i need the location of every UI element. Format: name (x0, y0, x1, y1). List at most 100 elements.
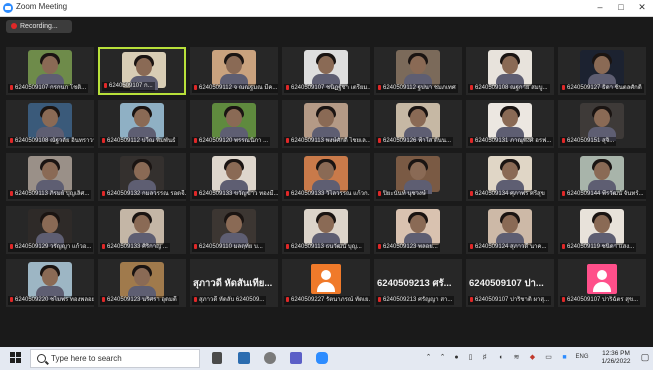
participant-tile[interactable]: 6240509113 ธนวัฒน์ บุญ... (282, 206, 370, 254)
participant-video (304, 156, 348, 194)
participant-tile[interactable]: 6240509113 พงษ์ศักดิ์ ไชยเล... (282, 100, 370, 148)
participant-name-label: 6240509119 ชนิดา แสง... (560, 243, 637, 252)
task-view-icon[interactable] (212, 352, 222, 364)
participant-name: 6240509112 จ ณณฐมณ มีค... (199, 85, 278, 91)
participant-tile[interactable]: 6240509151 สุจิ... (558, 100, 646, 148)
participant-name: 6240509108 ณัฐวลัย อินทราวาส... (15, 138, 94, 144)
close-button[interactable]: ✕ (633, 1, 651, 14)
taskbar-search-box[interactable]: Type here to search (30, 349, 200, 368)
app-icon[interactable] (238, 352, 250, 364)
participant-name: 6240509107 ปาริชาติ ผาสุ... (475, 297, 549, 303)
clock-date: 1/26/2022 (601, 358, 631, 365)
minimize-button[interactable]: – (591, 1, 609, 14)
participant-tile[interactable]: 6240509113 ภิรมย์ บุญเลิศ... (6, 153, 94, 201)
maximize-button[interactable]: □ (612, 1, 630, 14)
participant-video (212, 156, 256, 194)
muted-mic-icon (470, 191, 473, 196)
teams-icon[interactable] (290, 352, 302, 364)
participant-name: 6240509126 ฟ้าใส ต้นน... (383, 138, 452, 144)
tray-chevron-icon[interactable]: ⌃ (424, 353, 433, 362)
participant-tile[interactable]: 6240509133 วิไลวรรณ แก้วก... (282, 153, 370, 201)
participant-tile[interactable]: 6240509227 รัตนาภรณ์ ทัดเย... (282, 259, 370, 307)
participant-name-label: 6240509144 พีรวัฒน์ จันทร์... (560, 190, 646, 199)
participant-tile[interactable]: 6240509108 ณัฐวลัย อินทราวาส... (6, 100, 94, 148)
participant-tile[interactable]: 6240509220 ชไมพร ทองพลอย (6, 259, 94, 307)
participant-name: 6240509151 สุจิ... (567, 138, 615, 144)
volume-icon[interactable]: ◖ (496, 353, 505, 362)
participant-tile[interactable]: 6240509133 ขวัญข้าว ทองมี... (190, 153, 278, 201)
participant-name-label: 6240509107 กรกนก โชติ... (8, 84, 89, 93)
participant-video (28, 50, 72, 88)
participant-name: 6240509113 พงษ์ศักดิ์ ไชยเล... (291, 138, 370, 144)
notification-icon[interactable]: ▢ (640, 353, 650, 362)
tray-icon[interactable]: ▯ (466, 353, 475, 362)
participant-tile[interactable]: 6240509107 ปา... 6240509107 ปาริชาติ ผาสุ… (466, 259, 554, 307)
participant-name-label: 6240509133 ศิริกาญ ... (100, 243, 170, 252)
participant-name-label: 6240509227 รัตนาภรณ์ ทัดเย... (284, 296, 370, 305)
tray-icon[interactable]: ■ (560, 353, 569, 362)
participant-video (28, 103, 72, 141)
participant-video (304, 209, 348, 247)
language-indicator[interactable]: ENG (572, 353, 592, 362)
participant-tile[interactable]: 6240509107 ก... (98, 47, 186, 95)
zoom-app-icon[interactable] (316, 352, 328, 364)
participant-tile[interactable]: สุภาวดี หัดสันเทีย... สุภาวดี หัดลับ 6240… (190, 259, 278, 307)
muted-mic-icon (562, 191, 565, 196)
participant-name: 6240509107 ชนิฏฐ์ชา เตรียม... (291, 85, 370, 91)
participant-tile[interactable]: 6240509132 กมลวรรณ รอดจี... (98, 153, 186, 201)
participant-video (580, 103, 624, 141)
participant-tile[interactable]: 6240509129 วรัญญา แก้วอ... (6, 206, 94, 254)
participant-tile[interactable]: 6240509107 กรกนก โชติ... (6, 47, 94, 95)
participant-tile[interactable]: 6240509213 ศรั... 6240509213 ศรัญญา สา... (374, 259, 462, 307)
tray-icon[interactable]: ◆ (528, 353, 537, 362)
participant-tile[interactable]: 6240509127 ธิดา ชินตลศักดิ์ (558, 47, 646, 95)
participant-name: 6240509112 ฐปนา ชมภเทศ (383, 85, 456, 91)
taskbar-clock[interactable]: 12:36 PM 1/26/2022 (596, 350, 636, 366)
muted-mic-icon (102, 244, 105, 249)
participant-tile[interactable]: 6240509120 พรรณนิภา ... (190, 100, 278, 148)
network-icon[interactable]: ≋ (512, 353, 521, 362)
settings-icon[interactable] (264, 352, 276, 364)
participant-name-label: 6240509213 ศรัญญา สา... (376, 296, 455, 305)
participant-name-label: 6240509112 จ ณณฐมณ มีค... (192, 84, 278, 93)
participant-name-label: 6240509133 ขวัญข้าว ทองมี... (192, 190, 278, 199)
participant-video (488, 156, 532, 194)
participant-tile[interactable]: 6240509112 ปวีณ พิมพันธ์ (98, 100, 186, 148)
muted-mic-icon (194, 297, 197, 302)
tray-icon[interactable]: ⌃ (438, 353, 447, 362)
participant-tile[interactable]: 6240509110 มลฤทัย บ... (190, 206, 278, 254)
participant-tile[interactable]: 6240509123 นริศรา อุดมดี (98, 259, 186, 307)
participant-tile[interactable]: 6240509144 พีรวัฒน์ จันทร์... (558, 153, 646, 201)
battery-icon[interactable]: ▭ (544, 353, 553, 362)
participant-name: 6240509133 วิไลวรรณ แก้วก... (291, 191, 370, 197)
tray-icon[interactable]: ♯ (480, 353, 489, 362)
participant-tile[interactable]: 6240509119 ชนิดา แสง... (558, 206, 646, 254)
participant-tile[interactable]: 6240509108 ณฐกาย สมบู... (466, 47, 554, 95)
muted-mic-icon (102, 191, 105, 196)
recording-indicator[interactable]: Recording... (6, 20, 72, 33)
windows-start-icon[interactable] (10, 352, 22, 364)
participant-tile[interactable]: 6240509107 ปาริฉัตร สุข... (558, 259, 646, 307)
participant-tile[interactable]: 6240509107 ชนิฏฐ์ชา เตรียม... (282, 47, 370, 95)
participant-name-label: 6240509107 ปาริชาติ ผาสุ... (468, 296, 551, 305)
participant-name-label: ปิยะนันท์ นุชวงษ์ (376, 190, 428, 199)
participant-name: 6240509129 วรัญญา แก้วอ... (15, 244, 92, 250)
participant-tile[interactable]: ปิยะนันท์ นุชวงษ์ (374, 153, 462, 201)
participant-tile[interactable]: 6240509123 พลอย... (374, 206, 462, 254)
participant-name: 6240509113 ธนวัฒน์ บุญ... (291, 244, 362, 250)
participant-tile[interactable]: 6240509112 ฐปนา ชมภเทศ (374, 47, 462, 95)
participant-tile[interactable]: 6240509133 ศิริกาญ ... (98, 206, 186, 254)
participant-tile[interactable]: 6240509124 สุภาวดี นาค... (466, 206, 554, 254)
participant-tile[interactable]: 6240509112 จ ณณฐมณ มีค... (190, 47, 278, 95)
muted-mic-icon (562, 244, 565, 249)
participant-name: 6240509112 ปวีณ พิมพันธ์ (107, 138, 176, 144)
participant-name-label: 6240509123 นริศรา อุดมดี (100, 296, 179, 305)
participant-name-label: 6240509107 ก... (102, 82, 155, 91)
participant-name-label: 6240509127 ธิดา ชินตลศักดิ์ (560, 84, 644, 93)
muted-mic-icon (378, 297, 381, 302)
muted-mic-icon (10, 138, 13, 143)
participant-tile[interactable]: 6240509134 ศุภาพร ศรีสุข (466, 153, 554, 201)
participant-tile[interactable]: 6240509126 ฟ้าใส ต้นน... (374, 100, 462, 148)
participant-tile[interactable]: 6240509131 ภาณุพงศ์ อรฟ... (466, 100, 554, 148)
tray-info-icon[interactable]: ● (452, 353, 461, 362)
